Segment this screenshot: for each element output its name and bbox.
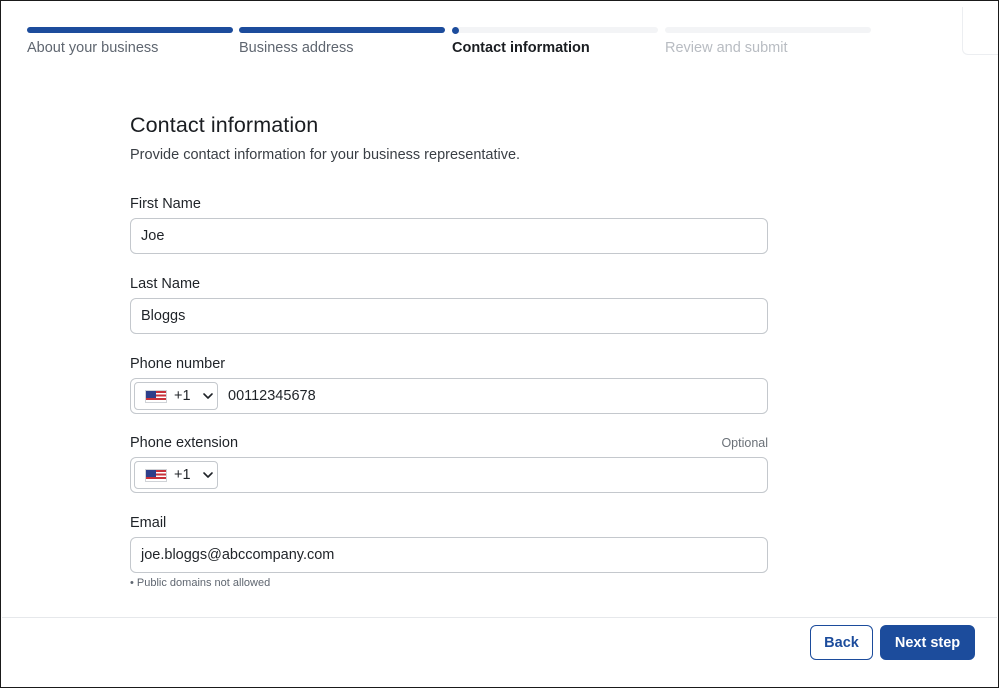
first-name-value: Joe xyxy=(141,228,165,244)
chevron-down-icon xyxy=(202,393,213,399)
step-track xyxy=(239,27,445,33)
corner-panel-tab[interactable] xyxy=(962,7,998,55)
step-label: Business address xyxy=(239,40,354,56)
chevron-down-icon xyxy=(202,472,213,478)
app-window: About your business Business address Con… xyxy=(0,0,999,688)
next-step-button[interactable]: Next step xyxy=(880,625,975,660)
phone-number-label: Phone number xyxy=(130,356,226,372)
us-flag-icon xyxy=(145,468,167,482)
dial-code: +1 xyxy=(174,388,191,404)
footer-divider xyxy=(2,617,997,618)
phone-extension-field: Phone extension Optional +1 xyxy=(130,435,768,493)
first-name-label: First Name xyxy=(130,196,201,212)
last-name-input[interactable]: Bloggs xyxy=(130,298,768,334)
us-flag-icon xyxy=(145,389,167,403)
phone-number-input[interactable]: +1 00112345678 xyxy=(130,378,768,414)
dial-code: +1 xyxy=(174,467,191,483)
step-label: About your business xyxy=(27,40,159,56)
page-subtitle: Provide contact information for your bus… xyxy=(130,147,521,163)
first-name-field: First Name Joe xyxy=(130,196,768,254)
email-value: joe.bloggs@abccompany.com xyxy=(141,547,335,563)
step-business-address[interactable]: Business address xyxy=(239,27,445,56)
last-name-value: Bloggs xyxy=(141,308,186,324)
email-input[interactable]: joe.bloggs@abccompany.com xyxy=(130,537,768,573)
step-label: Review and submit xyxy=(665,40,788,56)
optional-label: Optional xyxy=(721,436,768,450)
step-track xyxy=(665,27,871,33)
last-name-label: Last Name xyxy=(130,276,201,292)
step-track xyxy=(27,27,233,33)
country-code-select[interactable]: +1 xyxy=(134,382,218,410)
step-contact-information[interactable]: Contact information xyxy=(452,27,658,56)
last-name-field: Last Name Bloggs xyxy=(130,276,768,334)
email-field: Email joe.bloggs@abccompany.com • Public… xyxy=(130,515,768,589)
phone-extension-label: Phone extension xyxy=(130,435,239,451)
phone-extension-input[interactable]: +1 xyxy=(130,457,768,493)
step-label: Contact information xyxy=(452,40,590,56)
country-code-select[interactable]: +1 xyxy=(134,461,218,489)
step-fill xyxy=(27,27,233,33)
page-title: Contact information xyxy=(130,113,319,137)
progress-stepper: About your business Business address Con… xyxy=(27,27,871,67)
step-fill xyxy=(239,27,445,33)
step-about-your-business[interactable]: About your business xyxy=(27,27,233,56)
email-hint: • Public domains not allowed xyxy=(130,577,271,589)
phone-number-value: 00112345678 xyxy=(228,388,316,404)
step-current-dot xyxy=(452,27,459,34)
contact-form: Contact information Provide contact info… xyxy=(130,113,768,589)
back-button[interactable]: Back xyxy=(810,625,873,660)
email-label: Email xyxy=(130,515,167,531)
first-name-input[interactable]: Joe xyxy=(130,218,768,254)
step-track xyxy=(452,27,658,34)
phone-number-field: Phone number +1 00112345678 xyxy=(130,356,768,414)
step-review-and-submit: Review and submit xyxy=(665,27,871,56)
